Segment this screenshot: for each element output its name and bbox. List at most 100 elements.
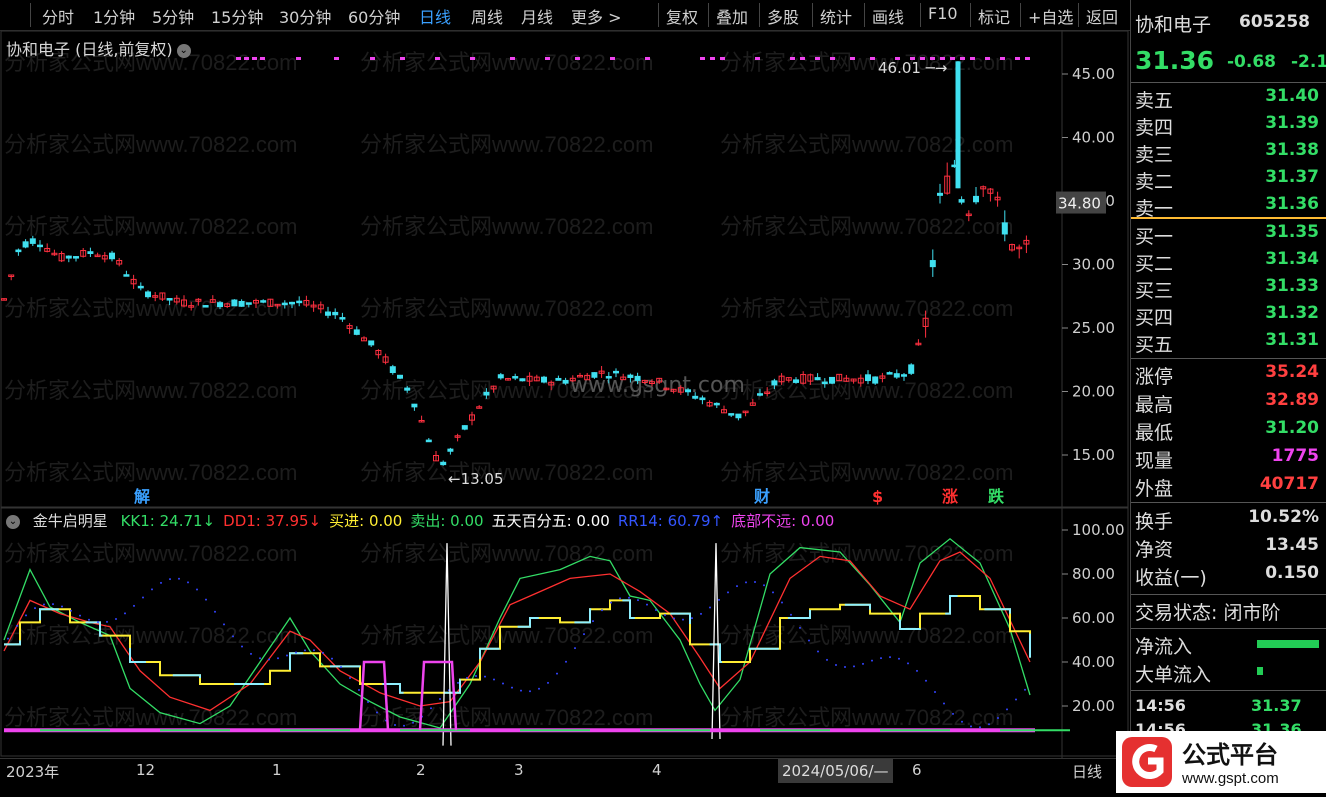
toolbar-button-6[interactable]: 标记: [978, 4, 1010, 28]
indicator-value-1: DD1: 37.95↓: [223, 512, 322, 530]
toolbar-button-3[interactable]: 统计: [820, 4, 852, 28]
toolbar-button-8[interactable]: 返回: [1086, 4, 1118, 28]
stat-row-label: 外盘: [1135, 478, 1174, 500]
stat-row-value: 1775: [1271, 446, 1319, 466]
watermark-text: 分析家公式网www.70822.com: [720, 132, 1013, 157]
toolbar-tab-5[interactable]: 60分钟: [348, 4, 400, 28]
net-inflow-bar: [1257, 640, 1319, 648]
toolbar-tab-7[interactable]: 周线: [471, 4, 503, 28]
ask-row: 卖二 31.37: [1135, 167, 1325, 193]
watermark-text: 分析家公式网www.70822.com: [4, 541, 297, 566]
current-price: 31.36: [1135, 46, 1215, 75]
stat2-row-value: 10.52%: [1248, 507, 1319, 527]
toolbar-tab-1[interactable]: 1分钟: [93, 4, 135, 28]
stat2-row: 收益(一) 0.150: [1135, 563, 1325, 589]
bid-row-value: 31.35: [1265, 222, 1319, 242]
logo-url: www.gspt.com: [1181, 770, 1279, 787]
bid-row-label: 买一: [1135, 226, 1174, 248]
toolbar-button-0[interactable]: 复权: [666, 4, 698, 28]
stat-row-value: 35.24: [1265, 362, 1319, 382]
stat-row-label: 现量: [1135, 450, 1174, 472]
chart-title-text: 协和电子 (日线,前复权): [6, 40, 173, 59]
watermark-text: 分析家公式网www.70822.com: [720, 623, 1013, 648]
date-label: 1: [272, 761, 282, 779]
stat2-row: 净资 13.45: [1135, 535, 1325, 561]
toolbar-separator: [708, 3, 709, 27]
stat-row-label: 最高: [1135, 394, 1174, 416]
ask-row-value: 31.36: [1265, 194, 1319, 214]
price-change-pct: -2.1: [1291, 52, 1326, 72]
toolbar-tab-2[interactable]: 5分钟: [152, 4, 194, 28]
stat-row: 现量 1775: [1135, 446, 1325, 472]
date-label: 4: [652, 761, 662, 779]
bid-row: 买一 31.35: [1135, 222, 1325, 248]
ask-row: 卖四 31.39: [1135, 113, 1325, 139]
toolbar-separator: [864, 3, 865, 27]
toolbar-button-1[interactable]: 叠加: [716, 4, 748, 28]
date-label: 2: [416, 761, 426, 779]
chevron-down-icon[interactable]: ⌄: [6, 515, 20, 529]
watermark-text: 分析家公式网www.70822.com: [4, 132, 297, 157]
chevron-down-icon[interactable]: ⌄: [176, 44, 191, 58]
date-label: 12: [136, 761, 156, 779]
event-mark[interactable]: $: [872, 487, 883, 506]
event-mark[interactable]: 财: [753, 487, 770, 506]
stat2-row-value: 0.150: [1265, 563, 1319, 583]
period-label[interactable]: 日线: [1072, 761, 1102, 782]
ask-row-label: 卖三: [1135, 144, 1174, 166]
stat2-row: 换手 10.52%: [1135, 507, 1325, 533]
ask-row-label: 卖二: [1135, 171, 1174, 193]
toolbar-tab-3[interactable]: 15分钟: [211, 4, 263, 28]
divider: [1131, 82, 1326, 83]
tick-time: 14:56: [1135, 696, 1186, 715]
watermark-text: 分析家公式网www.70822.com: [720, 50, 1013, 75]
stat-row-value: 31.20: [1265, 418, 1319, 438]
ask-row: 卖五 31.40: [1135, 86, 1325, 112]
toolbar-button-5[interactable]: F10: [928, 4, 958, 23]
stat-row-label: 涨停: [1135, 366, 1174, 388]
watermark-text: 分析家公式网www.70822.com: [720, 214, 1013, 239]
candlestick-chart: 分析家公式网www.70822.com 分析家公式网www.70822.com 分析…: [0, 30, 1129, 758]
toolbar-tab-0[interactable]: 分时: [42, 4, 74, 28]
watermark-text: 分析家公式网www.70822.com: [720, 378, 1013, 403]
indicator-value-3: 卖出: 0.00: [410, 512, 484, 530]
divider: [1131, 594, 1326, 595]
ask-row-value: 31.38: [1265, 140, 1319, 160]
watermark-text: 分析家公式网www.70822.com: [360, 132, 653, 157]
period-toolbar: 分时 1分钟 5分钟 15分钟 30分钟 60分钟 日线 周线 月线 更多 > 复权 叠加 多股 统计 画线…: [0, 0, 1130, 31]
event-mark[interactable]: 跌: [988, 487, 1005, 506]
toolbar-separator: [920, 3, 921, 27]
event-mark[interactable]: 涨: [942, 487, 958, 506]
bid-row-label: 买五: [1135, 334, 1174, 356]
toolbar-tab-6[interactable]: 日线: [419, 4, 451, 28]
stat-row: 外盘 40717: [1135, 474, 1325, 500]
date-label: 2023年: [6, 763, 60, 781]
event-mark[interactable]: 解: [134, 487, 150, 506]
bid-row-label: 买四: [1135, 307, 1174, 329]
low-price-label: ←13.05: [448, 470, 504, 488]
net-inflow-label: 净流入: [1135, 636, 1193, 658]
price-axis-label: 40.00: [1072, 129, 1115, 147]
stat-row: 涨停 35.24: [1135, 362, 1325, 388]
stat2-row-value: 13.45: [1265, 535, 1319, 555]
watermark-text: 分析家公式网www.70822.com: [720, 541, 1013, 566]
ask-row-value: 31.37: [1265, 167, 1319, 187]
toolbar-tab-4[interactable]: 30分钟: [279, 4, 331, 28]
price-axis-label: 25.00: [1072, 319, 1115, 337]
toolbar-separator: [970, 3, 971, 27]
logo-text: 公式平台: [1182, 741, 1278, 769]
large-inflow-label: 大单流入: [1135, 664, 1212, 686]
divider: [1131, 358, 1326, 359]
toolbar-button-2[interactable]: 多股: [767, 4, 799, 28]
toolbar-tab-9[interactable]: 更多 >: [571, 4, 622, 28]
toolbar-button-7[interactable]: +自选: [1028, 4, 1073, 28]
indicator-value-2: 买进: 0.00: [329, 512, 403, 530]
ask-row-label: 卖五: [1135, 90, 1174, 112]
indicator-value-5: RR14: 60.79↑: [617, 512, 724, 530]
toolbar-tab-8[interactable]: 月线: [521, 4, 553, 28]
watermark-text: 分析家公式网www.70822.com: [360, 296, 653, 321]
watermark-text: 分析家公式网www.70822.com: [360, 460, 653, 485]
toolbar-button-4[interactable]: 画线: [872, 4, 904, 28]
watermark-text: 分析家公式网www.70822.com: [720, 705, 1013, 730]
indicator-name[interactable]: 金牛启明星: [33, 512, 108, 530]
